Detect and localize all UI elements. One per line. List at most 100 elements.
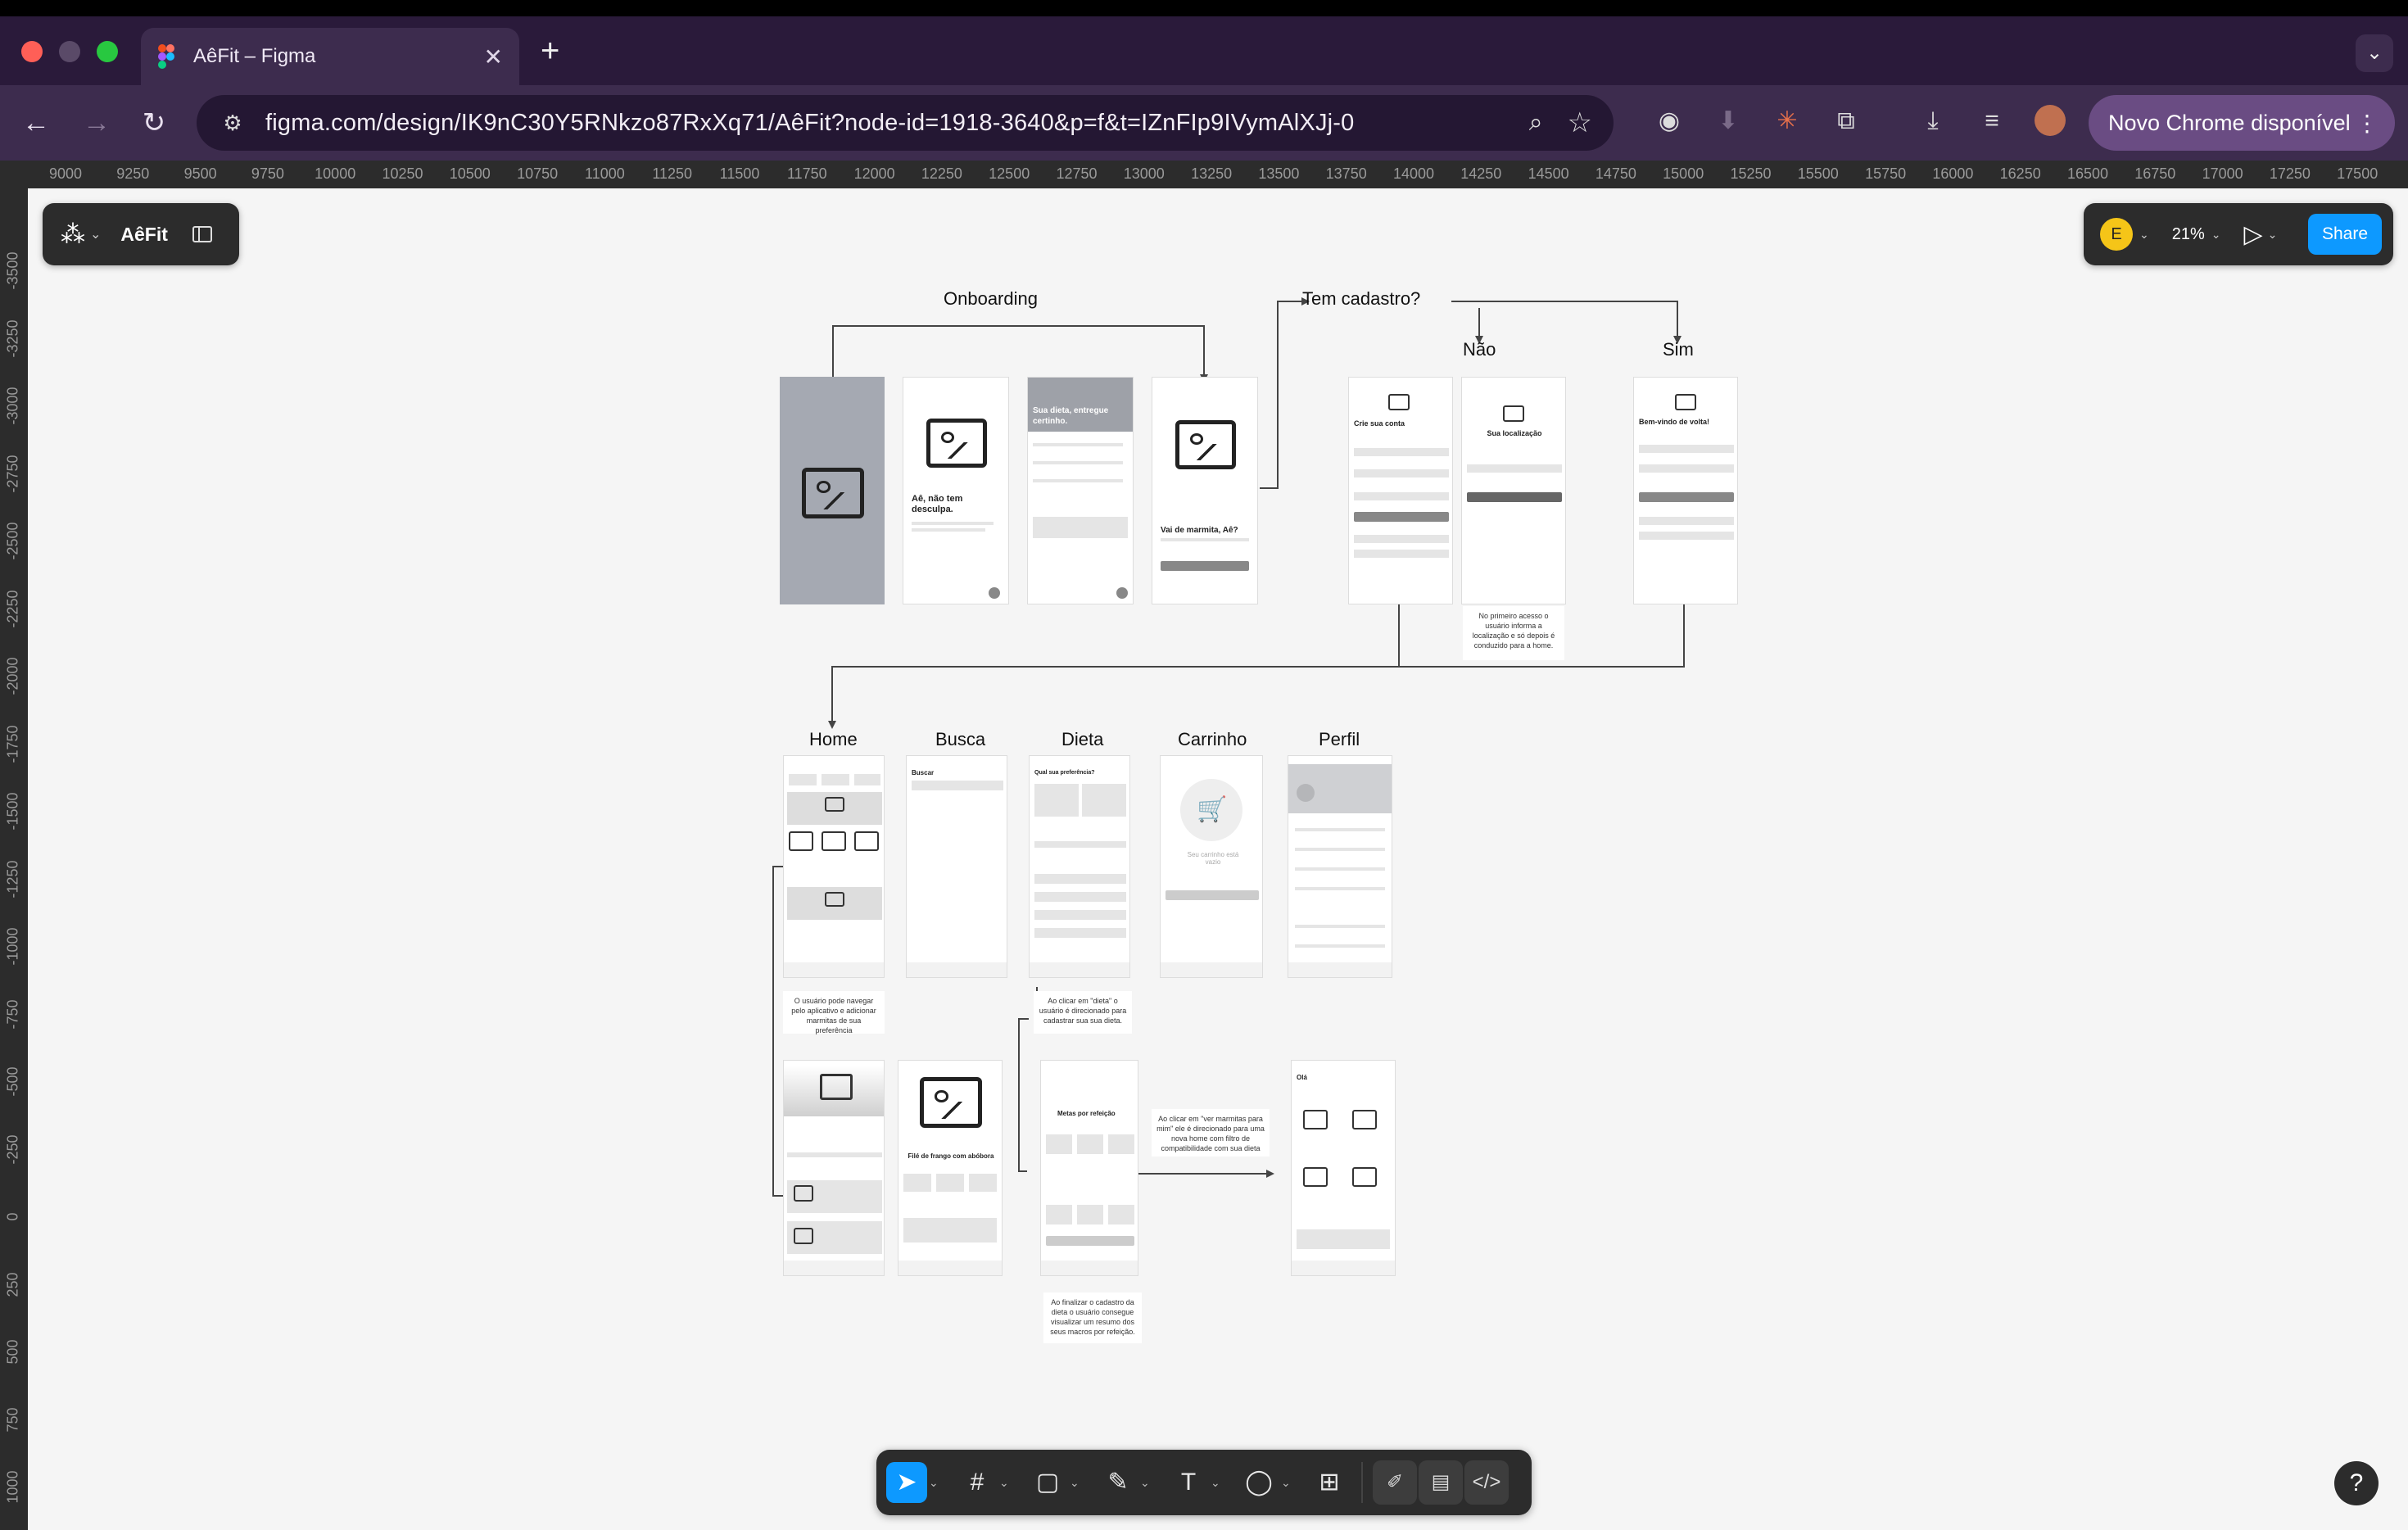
ruler-tick-label: 1000 xyxy=(4,1470,21,1504)
ruler-tick-label: 15750 xyxy=(1865,165,1907,182)
chevron-down-icon[interactable]: ⌄ xyxy=(1281,1476,1291,1490)
product-detail-frame[interactable]: Filé de frango com abóbora xyxy=(898,1060,1003,1276)
ruler-tick-label: 14500 xyxy=(1528,165,1569,182)
tab-search-chevron-icon[interactable]: ⌄ xyxy=(2356,34,2393,72)
help-button[interactable]: ? xyxy=(2334,1461,2379,1505)
onboarding-splash-frame[interactable] xyxy=(780,377,885,604)
kebab-menu-icon[interactable]: ⋮ xyxy=(2356,110,2379,137)
chevron-down-icon[interactable]: ⌄ xyxy=(90,226,101,242)
create-account-button xyxy=(1161,561,1249,571)
forward-arrow-icon[interactable]: → xyxy=(77,103,116,143)
dev-mode-icon[interactable]: </> xyxy=(1464,1460,1509,1505)
close-window-button[interactable] xyxy=(21,41,43,62)
onboarding-4-title: Vai de marmita, Aê? xyxy=(1161,526,1238,535)
location-frame[interactable]: Sua localização xyxy=(1461,377,1566,604)
address-bar[interactable]: ⚙ figma.com/design/IK9nC30Y5RNkzo87RxXq7… xyxy=(197,95,1614,151)
ruler-tick-label: 10250 xyxy=(382,165,423,182)
extension-asterisk-icon[interactable]: ✳ xyxy=(1771,105,1804,138)
chevron-down-icon[interactable]: ⌄ xyxy=(1140,1476,1150,1490)
vertical-ruler: -3500 -3250 -3000 -2750 -2500 -2250 -2000 -1750… xyxy=(0,188,28,1530)
extensions-puzzle-icon[interactable]: ⧉ xyxy=(1830,105,1863,138)
extension-arrow-icon[interactable]: ⬇ xyxy=(1712,105,1745,138)
ruler-tick-label: 15500 xyxy=(1797,165,1839,182)
image-placeholder-icon xyxy=(802,468,864,518)
dieta-frame[interactable]: Qual sua preferência? xyxy=(1029,755,1130,978)
minimize-window-button[interactable] xyxy=(59,41,80,62)
perfil-frame[interactable] xyxy=(1288,755,1392,978)
close-tab-icon[interactable]: ✕ xyxy=(484,43,503,70)
filtered-home-frame[interactable]: Olá xyxy=(1291,1060,1396,1276)
ruler-tick-label: -3000 xyxy=(4,387,21,425)
onboarding-screen-3-frame[interactable]: Sua dieta, entregue certinho. xyxy=(1027,377,1134,604)
maximize-window-button[interactable] xyxy=(97,41,118,62)
submit-button xyxy=(1354,512,1449,522)
new-tab-button[interactable]: + xyxy=(541,33,559,69)
create-account-title: Crie sua conta xyxy=(1354,419,1405,428)
image-placeholder-icon xyxy=(1352,1167,1377,1187)
chevron-down-icon[interactable]: ⌄ xyxy=(2211,228,2221,242)
onboarding-screen-4-frame[interactable]: Vai de marmita, Aê? xyxy=(1152,377,1258,604)
zoom-search-icon[interactable]: ⌕ xyxy=(1529,109,1543,137)
ruler-tick-label: -2500 xyxy=(4,522,21,560)
avatar xyxy=(1297,784,1315,802)
browser-tab[interactable]: AêFit – Figma ✕ xyxy=(141,28,519,85)
social-button xyxy=(1639,532,1734,540)
site-settings-icon[interactable]: ⚙ xyxy=(218,108,247,138)
reload-icon[interactable]: ↻ xyxy=(134,103,174,143)
figma-file-menu[interactable]: ⁂ ⌄ AêFit xyxy=(43,203,239,265)
image-placeholder-icon xyxy=(1503,405,1524,422)
rectangle-tool-icon[interactable]: ▢ xyxy=(1027,1462,1068,1503)
home-detail-frame[interactable] xyxy=(783,1060,885,1276)
actions-tool-icon[interactable]: ⊞ xyxy=(1309,1462,1350,1503)
back-arrow-icon[interactable]: ← xyxy=(16,103,56,143)
ruler-tick-label: 12750 xyxy=(1056,165,1098,182)
menu-line xyxy=(1295,848,1385,851)
bookmark-star-icon[interactable]: ☆ xyxy=(1568,106,1592,139)
share-button[interactable]: Share xyxy=(2308,214,2382,255)
flow-label-perfil: Perfil xyxy=(1319,729,1360,749)
ruler-tick-label: 11250 xyxy=(652,165,693,182)
url-text[interactable]: figma.com/design/IK9nC30Y5RNkzo87RxXq71/… xyxy=(265,110,1529,137)
profile-avatar[interactable] xyxy=(2035,105,2066,136)
project-name[interactable]: AêFit xyxy=(120,224,168,246)
zoom-level[interactable]: 21% xyxy=(2172,225,2205,244)
slides-mode-icon[interactable]: ▤ xyxy=(1419,1460,1463,1505)
text-tool-icon[interactable]: T xyxy=(1168,1462,1209,1503)
move-tool-icon[interactable]: ➤ xyxy=(886,1462,927,1503)
flow-label-home: Home xyxy=(809,729,858,749)
downloads-icon[interactable]: ⤓ xyxy=(1917,105,1949,138)
welcome-back-frame[interactable]: Bem-vindo de volta! xyxy=(1633,377,1738,604)
ruler-tick-label: 14750 xyxy=(1595,165,1636,182)
chevron-down-icon[interactable]: ⌄ xyxy=(999,1476,1009,1490)
chevron-down-icon[interactable]: ⌄ xyxy=(2139,228,2149,242)
chevron-down-icon[interactable]: ⌄ xyxy=(929,1476,939,1490)
chevron-down-icon[interactable]: ⌄ xyxy=(1070,1476,1080,1490)
busca-frame[interactable]: Buscar xyxy=(906,755,1007,978)
text-line xyxy=(1033,443,1123,446)
frame-tool-icon[interactable]: # xyxy=(957,1462,998,1503)
pen-tool-icon[interactable]: ✎ xyxy=(1098,1462,1138,1503)
dieta-summary-frame[interactable]: Metas por refeição xyxy=(1040,1060,1138,1276)
carrinho-frame[interactable]: 🛒 Seu carrinho está vazio xyxy=(1160,755,1263,978)
image-placeholder-icon xyxy=(794,1228,813,1244)
create-account-frame[interactable]: Crie sua conta xyxy=(1348,377,1453,604)
cart-icon: 🛒 xyxy=(1197,796,1228,823)
onboarding-screen-2-frame[interactable]: Aê, não tem desculpa. xyxy=(903,377,1009,604)
chevron-down-icon[interactable]: ⌄ xyxy=(1211,1476,1220,1490)
extension-glasses-icon[interactable]: ◉ xyxy=(1653,105,1686,138)
comment-tool-icon[interactable]: ◯ xyxy=(1238,1462,1279,1503)
chevron-down-icon[interactable]: ⌄ xyxy=(2268,228,2278,242)
chrome-update-button[interactable]: Novo Chrome disponível ⋮ xyxy=(2089,95,2395,151)
home-frame[interactable] xyxy=(783,755,885,978)
figma-menu-icon[interactable]: ⁂ xyxy=(61,220,85,249)
ruler-tick-label: 9500 xyxy=(183,165,217,182)
draw-mode-icon[interactable]: ✐ xyxy=(1373,1460,1417,1505)
macro-box xyxy=(936,1174,964,1192)
figma-canvas[interactable]: Onboarding Tem cadastro? Não Sim Home Bu… xyxy=(28,188,2408,1530)
present-play-icon[interactable]: ▷ xyxy=(2244,220,2263,249)
toggle-sidebar-icon[interactable] xyxy=(192,226,212,242)
media-queue-icon[interactable]: ≡ xyxy=(1976,105,2008,138)
macro-box xyxy=(1046,1134,1072,1154)
user-avatar[interactable]: E xyxy=(2100,218,2133,251)
input-field xyxy=(1639,464,1734,473)
